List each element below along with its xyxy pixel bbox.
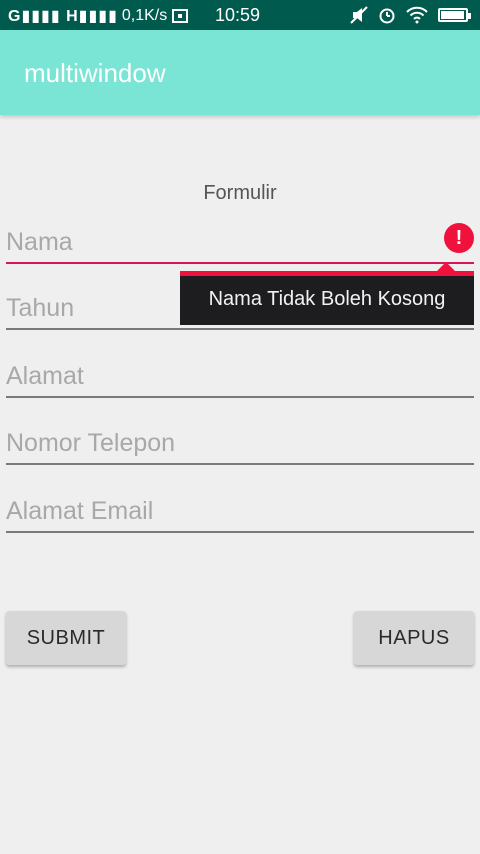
phone-field[interactable] — [6, 425, 474, 465]
form-title: Formulir — [203, 182, 277, 204]
name-underline — [6, 262, 474, 264]
alarm-icon — [379, 8, 395, 24]
battery-icon — [438, 8, 471, 22]
reset-button[interactable]: HAPUS — [354, 611, 474, 665]
address-field[interactable] — [6, 358, 474, 398]
battery-fill — [441, 11, 464, 19]
address-input[interactable] — [6, 358, 474, 394]
email-underline — [6, 531, 474, 533]
app-bar: multiwindow — [0, 30, 480, 115]
name-field[interactable]: ! — [6, 223, 474, 264]
error-icon: ! — [444, 223, 474, 253]
phone-input[interactable] — [6, 425, 474, 461]
status-right — [350, 6, 471, 24]
email-input[interactable] — [6, 493, 474, 529]
submit-button[interactable]: SUBMIT — [6, 611, 126, 665]
wifi-icon — [406, 6, 428, 24]
error-tooltip: Nama Tidak Boleh Kosong — [180, 271, 474, 325]
status-left: G▮▮▮▮ H▮▮▮▮ 0,1K/s — [8, 6, 189, 26]
mute-icon — [350, 6, 368, 24]
app-title: multiwindow — [24, 58, 166, 88]
phone-underline — [6, 463, 474, 465]
name-input[interactable] — [6, 224, 474, 260]
signal-icon: G▮▮▮▮ H▮▮▮▮ — [8, 8, 118, 25]
address-underline — [6, 396, 474, 398]
network-speed: 0,1K/s — [121, 7, 168, 24]
status-bar: G▮▮▮▮ H▮▮▮▮ 0,1K/s 10:59 — [0, 0, 480, 30]
year-underline — [6, 328, 474, 330]
email-field[interactable] — [6, 493, 474, 533]
clock: 10:59 — [215, 5, 261, 25]
screenshot-icon — [172, 9, 189, 23]
